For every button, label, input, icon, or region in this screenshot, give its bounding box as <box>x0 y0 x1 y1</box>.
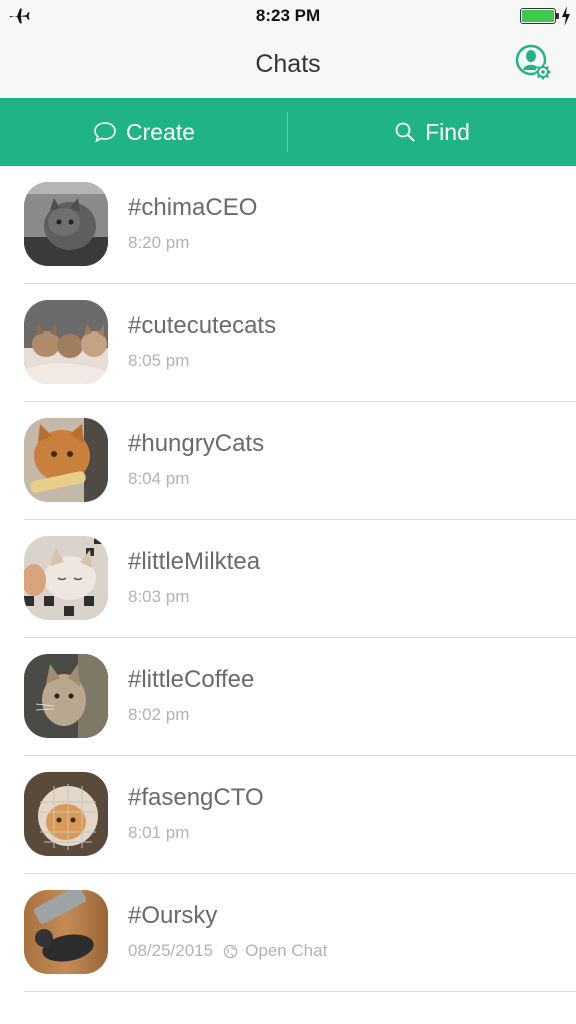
chat-time: 8:05 pm <box>128 351 190 370</box>
battery-icon <box>520 8 556 24</box>
page-title: Chats <box>255 50 321 78</box>
chat-time: 8:03 pm <box>128 587 190 606</box>
chat-name: #hungryCats <box>128 430 265 457</box>
chat-name: #chimaCEO <box>128 194 258 221</box>
battery-tip <box>556 13 559 19</box>
chat-row-hungrycats[interactable]: #hungryCats 8:04 pm <box>24 402 576 520</box>
cat-avatar-image <box>24 890 108 974</box>
find-chat-button[interactable]: Find <box>288 98 576 166</box>
cat-avatar-image <box>24 654 108 738</box>
user-settings-icon <box>515 44 551 80</box>
chat-name: #littleCoffee <box>128 666 255 693</box>
chat-row-littlecoffee[interactable]: #littleCoffee 8:02 pm <box>24 638 576 756</box>
create-label: Create <box>125 118 196 145</box>
cat-avatar-image <box>24 300 108 384</box>
chat-bubble-icon <box>94 122 116 143</box>
chat-time: 8:02 pm <box>128 705 190 724</box>
action-bar: Create Find <box>0 98 576 166</box>
open-chat-status: Open Chat <box>245 941 328 960</box>
search-icon <box>395 122 415 142</box>
cat-avatar-image <box>24 772 108 856</box>
chat-name: #fasengCTO <box>128 784 264 811</box>
chat-row-cutecutecats[interactable]: #cutecutecats 8:05 pm <box>24 284 576 402</box>
chat-name: #Oursky <box>128 902 218 929</box>
status-time: 8:23 PM <box>255 6 321 25</box>
chat-row-littlemilktea[interactable]: #littleMilktea 8:03 pm <box>24 520 576 638</box>
status-bar: 8:23 PM <box>0 0 576 34</box>
chat-name: #littleMilktea <box>128 548 261 575</box>
chat-name: #cutecutecats <box>128 312 277 339</box>
cat-avatar-image <box>24 418 108 502</box>
chat-time: 8:04 pm <box>128 469 190 488</box>
create-chat-button[interactable]: Create <box>0 98 288 166</box>
chat-row-chimaceo[interactable]: #chimaCEO 8:20 pm <box>24 166 576 284</box>
cat-avatar-image <box>24 536 108 620</box>
navigation-bar: Chats <box>0 34 576 98</box>
cat-avatar-image <box>24 182 108 266</box>
chat-row-oursky[interactable]: #Oursky 08/25/2015 Open Chat <box>24 874 576 992</box>
chat-date: 08/25/2015 <box>128 941 214 960</box>
charging-bolt-icon <box>562 6 570 26</box>
globe-icon <box>223 944 238 958</box>
chat-time: 8:01 pm <box>128 823 190 842</box>
chat-row-fasengcto[interactable]: #fasengCTO 8:01 pm <box>24 756 576 874</box>
chat-time: 8:20 pm <box>128 233 190 252</box>
chat-list: #chimaCEO 8:20 pm #cutecutecats 8:05 pm <box>0 166 576 992</box>
chat-meta: 08/25/2015 Open Chat <box>128 941 327 961</box>
find-label: Find <box>425 118 470 145</box>
user-settings-button[interactable] <box>514 42 554 84</box>
